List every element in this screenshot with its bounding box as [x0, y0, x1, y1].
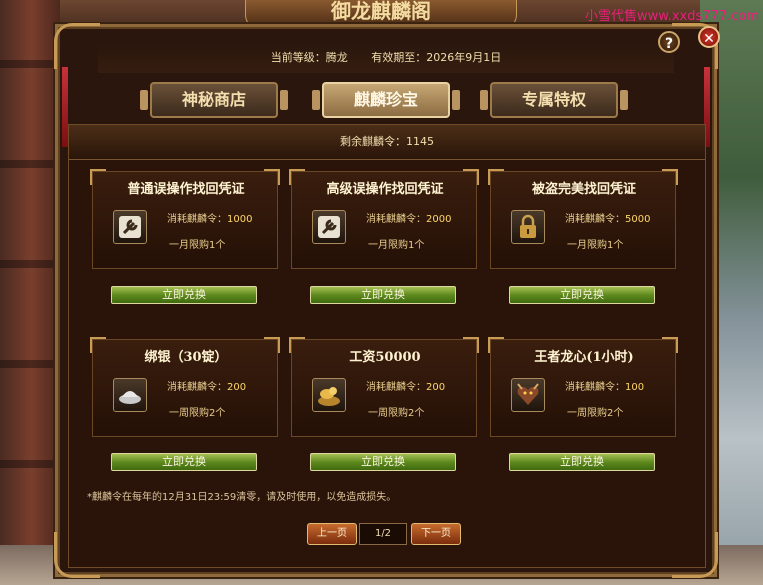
shop-item-card: 王者龙心(1小时) 消耗麒麟令：100 一周限购2个: [488, 337, 678, 437]
tab-exclusive-privilege[interactable]: 专属特权: [480, 82, 628, 118]
shop-item-card: 高级误操作找回凭证 消耗麒麟令：2000 一月限购1个: [289, 169, 479, 269]
item-title: 王者龙心(1小时): [534, 350, 634, 365]
wrench-icon[interactable]: [312, 210, 346, 244]
shop-item-card: 被盗完美找回凭证 消耗麒麟令：5000 一月限购1个: [488, 169, 678, 269]
question-icon: ?: [664, 36, 674, 52]
previous-page-button[interactable]: 上一页: [307, 523, 357, 545]
item-cost: 消耗麒麟令：2000: [366, 214, 452, 225]
member-info-bar: 当前等级：腾龙 有效期至：2026年9月1日: [98, 43, 674, 73]
item-purchase-limit: 一周限购2个: [169, 408, 226, 419]
expiry-date-text: 有效期至：2026年9月1日: [371, 51, 502, 64]
exchange-button[interactable]: 立即兑换: [509, 453, 655, 471]
item-purchase-limit: 一月限购1个: [368, 240, 425, 251]
close-button[interactable]: ✕: [698, 26, 720, 48]
item-cost: 消耗麒麟令：5000: [565, 214, 651, 225]
item-title: 工资50000: [349, 350, 421, 365]
frame-corner-ornament: [54, 23, 100, 69]
lock-icon[interactable]: [511, 210, 545, 244]
exchange-button[interactable]: 立即兑换: [111, 286, 257, 304]
item-purchase-limit: 一月限购1个: [169, 240, 226, 251]
tab-mystery-shop[interactable]: 神秘商店: [140, 82, 288, 118]
token-reset-notice: *麒麟令在每年的12月31日23:59清零，请及时使用，以免造成损失。: [87, 492, 397, 503]
next-page-button[interactable]: 下一页: [411, 523, 461, 545]
exchange-button[interactable]: 立即兑换: [509, 286, 655, 304]
shop-item-card: 普通误操作找回凭证 消耗麒麟令：1000 一月限购1个: [90, 169, 280, 269]
gold-coins-icon[interactable]: [312, 378, 346, 412]
shop-content-panel: 剩余麒麟令：1145 普通误操作找回凭证 消耗麒麟令：1000 一月限购1个 高…: [68, 124, 706, 568]
current-level-text: 当前等级：腾龙: [270, 51, 348, 64]
shop-item-card: 工资50000 消耗麒麟令：200 一周限购2个: [289, 337, 479, 437]
dragon-heart-icon[interactable]: [511, 378, 545, 412]
tab-label: 神秘商店: [181, 90, 246, 109]
exchange-button[interactable]: 立即兑换: [111, 453, 257, 471]
watermark-text: 小雪代售www.xxds777.com: [585, 9, 759, 24]
item-cost: 消耗麒麟令：100: [565, 382, 645, 393]
item-title: 被盗完美找回凭证: [531, 182, 636, 197]
help-button[interactable]: ?: [658, 31, 680, 53]
qilin-pavilion-window: 当前等级：腾龙 有效期至：2026年9月1日 ? ✕ 神秘商店 麒麟珍宝 专属特…: [54, 23, 720, 578]
item-title: 普通误操作找回凭证: [127, 182, 245, 197]
item-title: 绑银（30锭）: [144, 350, 228, 365]
item-title: 高级误操作找回凭证: [326, 182, 444, 197]
silver-ingot-icon[interactable]: [113, 378, 147, 412]
item-cost: 消耗麒麟令：200: [167, 382, 247, 393]
remaining-tokens-text: 剩余麒麟令：1145: [69, 125, 705, 160]
wrench-icon[interactable]: [113, 210, 147, 244]
item-cost: 消耗麒麟令：1000: [167, 214, 253, 225]
close-icon: ✕: [703, 31, 715, 47]
item-cost: 消耗麒麟令：200: [366, 382, 446, 393]
shop-item-card: 绑银（30锭） 消耗麒麟令：200 一周限购2个: [90, 337, 280, 437]
item-purchase-limit: 一周限购2个: [567, 408, 624, 419]
tab-qilin-treasure[interactable]: 麒麟珍宝: [312, 82, 460, 118]
tab-bar: 神秘商店 麒麟珍宝 专属特权: [140, 82, 650, 122]
item-purchase-limit: 一周限购2个: [368, 408, 425, 419]
page-indicator: 1/2: [359, 523, 407, 545]
exchange-button[interactable]: 立即兑换: [310, 286, 456, 304]
tab-label: 专属特权: [521, 90, 586, 109]
tab-label: 麒麟珍宝: [353, 90, 418, 109]
exchange-button[interactable]: 立即兑换: [310, 453, 456, 471]
item-purchase-limit: 一月限购1个: [567, 240, 624, 251]
